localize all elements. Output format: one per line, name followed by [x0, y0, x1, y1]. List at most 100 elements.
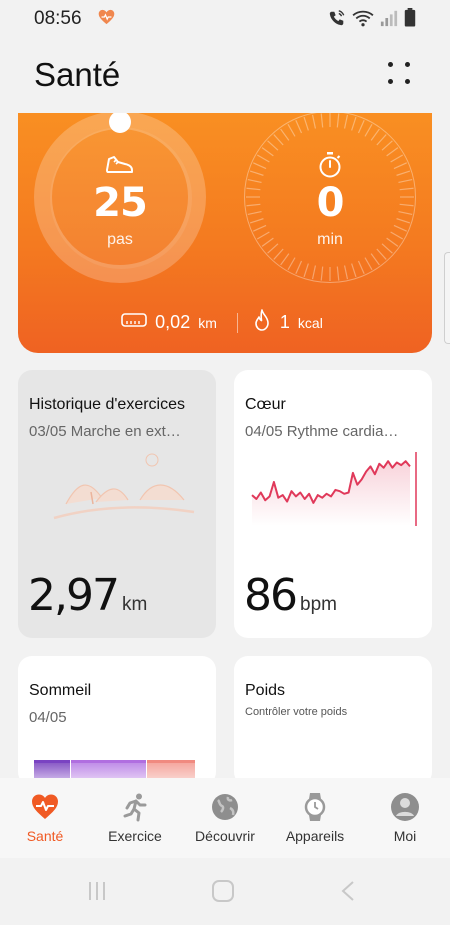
- minutes-ring-tick: [399, 187, 414, 191]
- steps-unit: pas: [107, 231, 133, 248]
- distance-icon: [121, 311, 147, 334]
- minutes-ring-tick: [357, 120, 365, 134]
- health-heart-icon: [98, 9, 115, 30]
- heart-card-subtitle: 04/05 Rythme cardia…: [245, 423, 399, 440]
- activity-totals: 0,02 km 1 kcal: [18, 309, 432, 336]
- minutes-ring-tick: [247, 178, 262, 184]
- distance-unit: km: [198, 314, 217, 331]
- exercise-card-unit: km: [121, 594, 148, 615]
- minutes-value: 0: [316, 180, 345, 226]
- minutes-ring-tick: [253, 162, 267, 170]
- minutes-unit: min: [317, 231, 343, 248]
- heart-trend-area: [252, 461, 410, 526]
- shoe-icon: [105, 151, 135, 177]
- heart-rate-card[interactable]: Cœur 04/05 Rythme cardia… 86 bpm: [234, 370, 432, 638]
- watch-icon: [300, 792, 330, 822]
- system-navigation-bar: [0, 858, 450, 925]
- summary-divider: [236, 312, 238, 333]
- nav-label: Appareils: [285, 828, 345, 844]
- minutes-ring-tick: [351, 116, 357, 131]
- minutes-ring-tick: [303, 116, 309, 131]
- back-button[interactable]: [340, 880, 356, 907]
- more-dot-icon: [405, 62, 410, 67]
- sleep-card-title: Sommeil: [29, 682, 92, 699]
- minutes-ring-tick: [303, 263, 309, 278]
- steps-metric: 25 pas: [60, 151, 180, 249]
- minutes-ring-tick: [249, 170, 264, 176]
- nav-item-moi[interactable]: Moi: [360, 778, 450, 858]
- sleep-card-subtitle: 04/05: [29, 709, 67, 726]
- minutes-ring-tick: [398, 178, 413, 184]
- heart-card-value-wrap: 86 bpm: [244, 570, 337, 621]
- minutes-ring-tick: [256, 154, 270, 163]
- minutes-ring-tick: [381, 140, 393, 151]
- minutes-ring-tick: [393, 224, 407, 232]
- status-bar: 08:56: [0, 0, 450, 36]
- profile-icon: [390, 792, 420, 822]
- heart-pulse-icon: [30, 792, 60, 822]
- minutes-ring-tick: [273, 134, 284, 146]
- minutes-ring-tick: [287, 123, 296, 137]
- nav-item-exercice[interactable]: Exercice: [90, 778, 180, 858]
- nav-label: Santé: [26, 828, 64, 844]
- exercise-history-card[interactable]: Historique d'exercices 03/05 Marche en e…: [18, 370, 216, 638]
- runner-icon: [120, 792, 150, 822]
- stopwatch-icon: [315, 151, 345, 178]
- wifi-icon: [352, 9, 374, 32]
- minutes-ring-tick: [399, 203, 414, 207]
- nav-item-sante[interactable]: Santé: [0, 778, 90, 858]
- minutes-ring-tick: [247, 210, 262, 216]
- status-icons: [328, 8, 416, 32]
- minutes-ring-tick: [343, 114, 349, 129]
- heart-card-title: Cœur: [245, 396, 286, 413]
- weight-card-subtitle: Contrôler votre poids: [245, 706, 348, 718]
- nav-label: Exercice: [108, 828, 162, 844]
- more-dot-icon: [388, 79, 393, 84]
- minutes-ring-tick: [267, 140, 279, 151]
- minutes-ring-tick: [390, 154, 404, 163]
- minutes-ring-tick: [370, 253, 380, 266]
- minutes-ring-tick: [295, 120, 303, 134]
- edge-panel-handle[interactable]: [444, 252, 450, 344]
- page-title: Santé: [34, 56, 121, 93]
- minutes-ring-tick: [246, 187, 261, 191]
- exercise-card-value-wrap: 2,97 km: [28, 570, 147, 621]
- minutes-ring-tick: [320, 266, 324, 281]
- mountains-illustration: [53, 453, 195, 520]
- heart-card-value: 86: [244, 570, 298, 621]
- minutes-ring-tick: [351, 263, 357, 278]
- minutes-ring-tick: [249, 218, 264, 224]
- minutes-ring-tick: [273, 248, 284, 260]
- bottom-navigation: Santé Exercice Découvrir Appareils Moi: [0, 778, 450, 858]
- minutes-ring-tick: [393, 162, 407, 170]
- app-header: Santé: [0, 40, 450, 110]
- minutes-ring-tick: [320, 113, 324, 128]
- minutes-ring-tick: [336, 113, 340, 128]
- minutes-ring-tick: [376, 248, 387, 260]
- minutes-ring-tick: [396, 218, 411, 224]
- status-time: 08:56: [34, 8, 82, 29]
- activity-summary-card[interactable]: 25 pas 0 min 0,02 km 1 kcal: [18, 113, 432, 353]
- sleep-card[interactable]: Sommeil 04/05: [18, 656, 216, 786]
- globe-icon: [210, 792, 240, 822]
- minutes-ring-tick: [364, 257, 373, 271]
- minutes-ring-tick: [280, 253, 290, 266]
- recent-apps-button[interactable]: [86, 880, 108, 907]
- minutes-ring-tick: [357, 260, 365, 274]
- nav-item-decouvrir[interactable]: Découvrir: [180, 778, 270, 858]
- distance-value: 0,02: [155, 312, 191, 332]
- battery-icon: [404, 8, 416, 32]
- weight-card[interactable]: Poids Contrôler votre poids: [234, 656, 432, 786]
- heart-rate-trend-chart: [251, 452, 417, 526]
- weight-card-title: Poids: [245, 682, 286, 699]
- more-options-button[interactable]: [386, 60, 412, 86]
- exercise-card-value: 2,97: [28, 570, 120, 621]
- minutes-ring-tick: [398, 210, 413, 216]
- home-button[interactable]: [211, 880, 235, 907]
- minutes-ring-tick: [253, 224, 267, 232]
- nav-item-appareils[interactable]: Appareils: [270, 778, 360, 858]
- minutes-ring-tick: [364, 123, 373, 137]
- minutes-ring-tick: [343, 265, 349, 280]
- heart-card-unit: bpm: [300, 594, 337, 615]
- nav-label: Moi: [393, 828, 417, 844]
